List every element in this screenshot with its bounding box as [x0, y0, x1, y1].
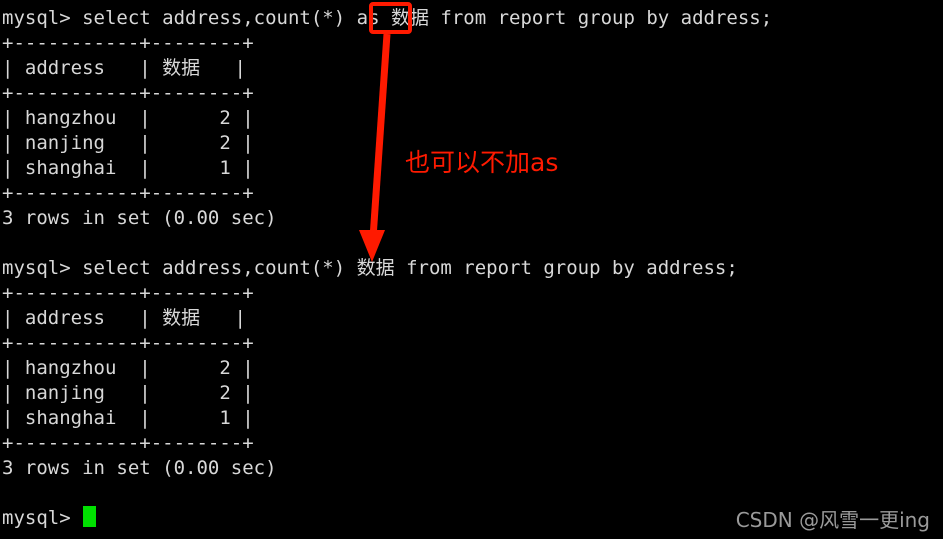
alias-label-1: 数据 [390, 7, 429, 29]
table-row: | nanjing | 2 | [2, 382, 254, 404]
header-cell-address-1: | address | [2, 57, 163, 79]
command-line-2: mysql> select address,count(*) 数据 from r… [2, 256, 738, 281]
status-line-1: 3 rows in set (0.00 sec) [2, 207, 277, 229]
spacer-1 [380, 7, 391, 29]
table-row: | hangzhou | 2 | [2, 357, 254, 379]
prompt-1: mysql> [2, 7, 83, 29]
table-header-1: | address | 数据 | [2, 56, 246, 81]
watermark: CSDN @风雪一更ing [735, 508, 930, 532]
annotation-text: 也可以不加as [405, 148, 559, 177]
terminal-cursor [83, 506, 96, 527]
table-separator-bottom-1: +-----------+--------+ [2, 182, 254, 204]
header-pad-1: | [200, 57, 246, 79]
header-cell-count-2: 数据 [162, 307, 201, 329]
table-separator-top-1: +-----------+--------+ [2, 32, 254, 54]
as-keyword: as [356, 7, 380, 29]
table-header-2: | address | 数据 | [2, 306, 246, 331]
terminal-window[interactable]: mysql> select address,count(*) as 数据 fro… [0, 0, 943, 539]
query-1-head: select address,count(*) [82, 7, 357, 29]
alias-label-2: 数据 [356, 257, 395, 279]
query-2-tail: from report group by address; [394, 257, 738, 279]
prompt-2: mysql> [2, 257, 83, 279]
header-cell-address-2: | address | [2, 307, 163, 329]
table-separator-mid-2: +-----------+--------+ [2, 332, 254, 354]
header-pad-2: | [200, 307, 246, 329]
table-row: | shanghai | 1 | [2, 407, 254, 429]
table-row: | nanjing | 2 | [2, 132, 254, 154]
table-row: | shanghai | 1 | [2, 157, 254, 179]
query-1-tail: from report group by address; [428, 7, 773, 29]
table-separator-mid-1: +-----------+--------+ [2, 82, 254, 104]
final-prompt: mysql> [2, 507, 83, 529]
header-cell-count-1: 数据 [162, 57, 201, 79]
table-separator-top-2: +-----------+--------+ [2, 282, 254, 304]
status-line-2: 3 rows in set (0.00 sec) [2, 457, 277, 479]
table-row: | hangzhou | 2 | [2, 107, 254, 129]
table-separator-bottom-2: +-----------+--------+ [2, 432, 254, 454]
query-2-head: select address,count(*) [82, 257, 357, 279]
command-line-1: mysql> select address,count(*) as 数据 fro… [2, 6, 772, 31]
